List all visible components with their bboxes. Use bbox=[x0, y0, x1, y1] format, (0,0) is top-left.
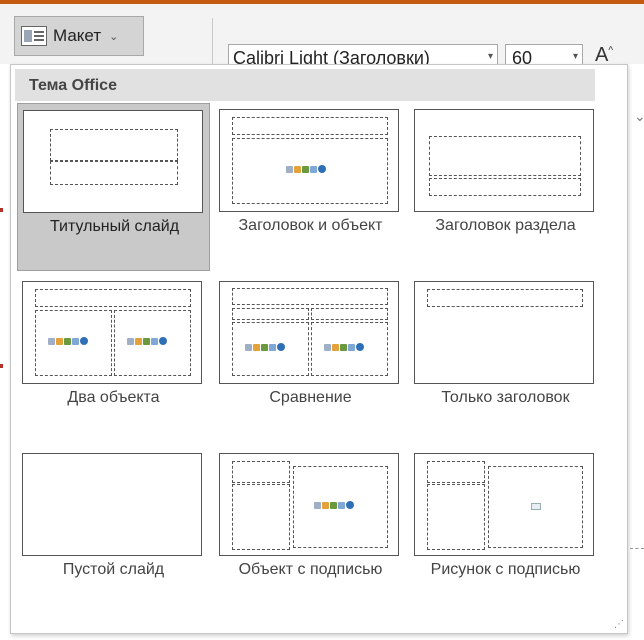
picture-icon bbox=[531, 503, 541, 510]
grow-font-icon: A bbox=[595, 44, 609, 66]
chevron-down-icon[interactable]: ▾ bbox=[573, 51, 578, 62]
title-placeholder bbox=[232, 461, 290, 483]
slide-edge-mark bbox=[0, 364, 3, 368]
content-placeholder-icons bbox=[324, 343, 364, 351]
title-placeholder bbox=[427, 289, 583, 307]
layout-thumbnail bbox=[219, 453, 399, 556]
gallery-header: Тема Office bbox=[15, 69, 595, 101]
layout-button[interactable]: Макет ⌄ bbox=[14, 16, 144, 56]
layout-thumbnail bbox=[22, 453, 202, 556]
layout-thumbnail bbox=[22, 281, 202, 384]
layout-label: Заголовок и объект bbox=[238, 217, 383, 234]
content-placeholder-icons bbox=[48, 337, 88, 345]
layout-label: Заголовок раздела bbox=[435, 217, 576, 234]
title-placeholder bbox=[35, 289, 191, 307]
chevron-down-icon: ⌄ bbox=[109, 30, 119, 43]
content-placeholder-icons bbox=[127, 337, 167, 345]
layout-thumbnail bbox=[414, 281, 594, 384]
text-placeholder bbox=[429, 178, 581, 196]
layout-label: Рисунок с подписью bbox=[430, 561, 581, 578]
content-placeholder-icons bbox=[286, 165, 326, 173]
layout-label: Два объекта bbox=[67, 389, 160, 406]
heading-placeholder-left bbox=[232, 308, 309, 320]
heading-placeholder-right bbox=[311, 308, 388, 320]
slide-edge-dash bbox=[630, 548, 644, 549]
content-placeholder bbox=[293, 466, 388, 548]
content-placeholder bbox=[232, 138, 388, 204]
layout-two-content[interactable]: Два объекта bbox=[17, 275, 210, 443]
layout-picture-with-caption[interactable]: Рисунок с подписью bbox=[409, 447, 602, 615]
layout-thumbnail bbox=[414, 109, 594, 212]
caret-up-icon: ^ bbox=[608, 45, 614, 57]
layout-content-with-caption[interactable]: Объект с подписью bbox=[214, 447, 407, 615]
slide-layout-icon bbox=[21, 26, 47, 46]
layout-comparison[interactable]: Сравнение bbox=[214, 275, 407, 443]
layout-label: Объект с подписью bbox=[238, 561, 383, 578]
picture-placeholder bbox=[488, 466, 583, 548]
subtitle-placeholder bbox=[50, 161, 178, 185]
layout-thumbnail bbox=[219, 281, 399, 384]
layout-label: Титульный слайд bbox=[49, 218, 180, 235]
layout-blank[interactable]: Пустой слайд bbox=[17, 447, 210, 615]
content-placeholder-icons bbox=[245, 343, 285, 351]
resize-grip-icon[interactable]: ⋰ bbox=[614, 619, 624, 630]
layout-label: Только заголовок bbox=[441, 389, 570, 406]
layout-title-and-content[interactable]: Заголовок и объект bbox=[214, 103, 407, 271]
layout-button-label: Макет bbox=[53, 26, 102, 45]
title-placeholder bbox=[50, 129, 178, 161]
chevron-icon: ⌄ bbox=[634, 108, 644, 124]
layout-label: Пустой слайд bbox=[62, 561, 165, 578]
content-placeholder-left bbox=[35, 310, 112, 376]
layout-label: Сравнение bbox=[269, 389, 352, 406]
content-placeholder-right bbox=[114, 310, 191, 376]
layout-thumbnail bbox=[219, 109, 399, 212]
layout-gallery: Тема Office Титульный слайд Заголовок и … bbox=[10, 64, 628, 634]
title-placeholder bbox=[427, 461, 485, 483]
chevron-down-icon[interactable]: ▾ bbox=[488, 51, 493, 62]
content-placeholder-left bbox=[232, 322, 309, 376]
content-placeholder-icons bbox=[314, 501, 354, 509]
layout-thumbnail bbox=[23, 110, 203, 213]
layout-section-header[interactable]: Заголовок раздела bbox=[409, 103, 602, 271]
text-placeholder bbox=[427, 484, 485, 550]
title-placeholder bbox=[232, 288, 388, 305]
title-placeholder bbox=[429, 136, 581, 176]
text-placeholder bbox=[232, 484, 290, 550]
ribbon: Макет ⌄ Calibri Light (Заголовки) ▾ 60 ▾… bbox=[0, 0, 644, 68]
layout-thumbnail bbox=[414, 453, 594, 556]
ribbon-separator bbox=[212, 18, 213, 64]
title-placeholder bbox=[232, 117, 388, 135]
slide-edge-mark bbox=[0, 208, 3, 212]
layout-title-slide[interactable]: Титульный слайд bbox=[17, 103, 210, 271]
content-placeholder-right bbox=[311, 322, 388, 376]
layout-title-only[interactable]: Только заголовок bbox=[409, 275, 602, 443]
